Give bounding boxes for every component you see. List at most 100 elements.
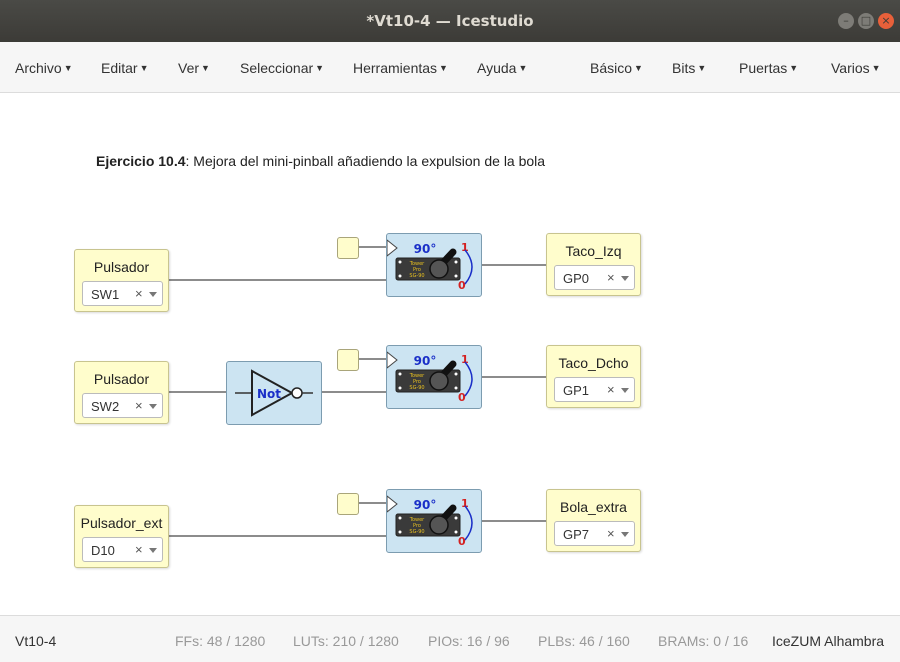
pin-select[interactable]: GP7 × xyxy=(554,521,635,546)
caret-down-icon: ▼ xyxy=(789,63,799,73)
menu-varios[interactable]: Varios ▼ xyxy=(831,60,881,76)
stat-pios: PIOs: 16 / 96 xyxy=(428,633,510,649)
menu-seleccionar[interactable]: Seleccionar ▼ xyxy=(240,60,324,76)
menu-puertas[interactable]: Puertas ▼ xyxy=(739,60,798,76)
input-label: Pulsador_ext xyxy=(80,515,163,531)
clear-icon[interactable]: × xyxy=(135,398,143,413)
input-label: Pulsador xyxy=(93,259,150,275)
maximize-button[interactable]: □ xyxy=(858,13,874,29)
design-canvas[interactable]: Ejercicio 10.4: Mejora del mini-pinball … xyxy=(0,93,900,615)
dropdown-arrow-icon[interactable] xyxy=(149,404,157,409)
window-title: *Vt10-4 — Icestudio xyxy=(366,12,534,30)
caret-down-icon: ▼ xyxy=(871,63,881,73)
not-label: Not xyxy=(257,387,281,401)
clear-icon[interactable]: × xyxy=(607,526,615,541)
servo-icon: 90° 1 0 Tower Pro SG-90 xyxy=(386,494,473,548)
caret-down-icon: ▼ xyxy=(634,63,643,73)
pin-select[interactable]: GP0 × xyxy=(554,265,635,290)
output-block-taco-dcho[interactable]: Taco_Dcho GP1 × xyxy=(546,345,641,408)
dropdown-arrow-icon[interactable] xyxy=(149,292,157,297)
status-bar: Vt10-4 FFs: 48 / 1280 LUTs: 210 / 1280 P… xyxy=(0,615,900,662)
menu-basico-label: Básico xyxy=(590,60,633,76)
output-label: Taco_Dcho xyxy=(558,355,629,371)
constant-block[interactable] xyxy=(337,349,359,371)
servo-low: 0 xyxy=(458,279,466,292)
menu-archivo[interactable]: Archivo ▼ xyxy=(15,60,73,76)
output-label: Taco_Izq xyxy=(565,243,622,259)
menu-herramientas[interactable]: Herramientas ▼ xyxy=(353,60,448,76)
stat-plbs: PLBs: 46 / 160 xyxy=(538,633,630,649)
input-label: Pulsador xyxy=(93,371,150,387)
menu-editar-label: Editar xyxy=(101,60,138,76)
servo-angle: 90° xyxy=(414,498,437,512)
stat-brams: BRAMs: 0 / 16 xyxy=(658,633,749,649)
input-block-sw2[interactable]: Pulsador SW2 × xyxy=(74,361,169,424)
menu-ayuda[interactable]: Ayuda ▼ xyxy=(477,60,527,76)
servo-chip-line3: SG-90 xyxy=(409,385,424,391)
dropdown-arrow-icon[interactable] xyxy=(149,548,157,553)
clear-icon[interactable]: × xyxy=(135,542,143,557)
clear-icon[interactable]: × xyxy=(135,286,143,301)
stat-luts: LUTs: 210 / 1280 xyxy=(293,633,399,649)
dropdown-arrow-icon[interactable] xyxy=(621,276,629,281)
menu-editar[interactable]: Editar ▼ xyxy=(101,60,149,76)
input-block-d10[interactable]: Pulsador_ext D10 × xyxy=(74,505,169,568)
dropdown-arrow-icon[interactable] xyxy=(621,388,629,393)
pin-select[interactable]: D10 × xyxy=(82,537,163,562)
not-gate-icon: Not xyxy=(235,369,313,417)
caret-down-icon: ▼ xyxy=(697,63,707,73)
menu-bits[interactable]: Bits ▼ xyxy=(672,60,706,76)
input-block-sw1[interactable]: Pulsador SW1 × xyxy=(74,249,169,312)
constant-block[interactable] xyxy=(337,493,359,515)
dropdown-arrow-icon[interactable] xyxy=(621,532,629,537)
servo-block[interactable]: 90° 1 0 Tower Pro SG-90 xyxy=(386,233,482,297)
caret-down-icon: ▼ xyxy=(63,63,73,73)
menu-archivo-label: Archivo xyxy=(15,60,62,76)
caret-down-icon: ▼ xyxy=(315,63,325,73)
project-name: Vt10-4 xyxy=(15,633,57,649)
servo-block[interactable]: 90° 1 0 Tower Pro SG-90 xyxy=(386,489,482,553)
menu-ver-label: Ver xyxy=(178,60,200,76)
servo-angle: 90° xyxy=(414,242,437,256)
pin-value: GP0 xyxy=(563,271,590,286)
servo-block[interactable]: 90° 1 0 Tower Pro SG-90 xyxy=(386,345,482,409)
output-block-bola-extra[interactable]: Bola_extra GP7 × xyxy=(546,489,641,552)
menu-bits-label: Bits xyxy=(672,60,696,76)
pin-select[interactable]: GP1 × xyxy=(554,377,635,402)
caret-down-icon: ▼ xyxy=(518,63,528,73)
pin-select[interactable]: SW2 × xyxy=(82,393,163,418)
menu-ver[interactable]: Ver ▼ xyxy=(178,60,210,76)
menu-puertas-label: Puertas xyxy=(739,60,788,76)
menu-ayuda-label: Ayuda xyxy=(477,60,517,76)
comment-body: : Mejora del mini-pinball añadiendo la e… xyxy=(185,153,546,169)
servo-low: 0 xyxy=(458,535,466,548)
servo-icon: 90° 1 0 Tower Pro SG-90 xyxy=(386,350,473,404)
pin-select[interactable]: SW1 × xyxy=(82,281,163,306)
menu-bar: Archivo ▼ Editar ▼ Ver ▼ Seleccionar ▼ Herra… xyxy=(0,42,900,93)
close-button[interactable]: × xyxy=(878,13,894,29)
output-block-taco-izq[interactable]: Taco_Izq GP0 × xyxy=(546,233,641,296)
menu-seleccionar-label: Seleccionar xyxy=(240,60,314,76)
servo-chip-line3: SG-90 xyxy=(409,273,424,279)
servo-low: 0 xyxy=(458,391,466,404)
board-selector[interactable]: IceZUM Alhambra xyxy=(772,633,884,649)
minimize-button[interactable]: – xyxy=(838,13,854,29)
pin-value: GP1 xyxy=(563,383,590,398)
stat-ffs: FFs: 48 / 1280 xyxy=(175,633,266,649)
caret-down-icon: ▼ xyxy=(139,63,149,73)
constant-block[interactable] xyxy=(337,237,359,259)
comment-text[interactable]: Ejercicio 10.4: Mejora del mini-pinball … xyxy=(96,153,545,169)
caret-down-icon: ▼ xyxy=(439,63,448,73)
pin-value: D10 xyxy=(91,543,115,558)
menu-varios-label: Varios xyxy=(831,60,870,76)
not-gate-block[interactable]: Not xyxy=(226,361,322,425)
clear-icon[interactable]: × xyxy=(607,382,615,397)
title-bar: *Vt10-4 — Icestudio – □ × xyxy=(0,0,900,42)
menu-basico[interactable]: Básico ▼ xyxy=(590,60,643,76)
pin-value: SW1 xyxy=(91,287,120,302)
pin-value: SW2 xyxy=(91,399,120,414)
clear-icon[interactable]: × xyxy=(607,270,615,285)
caret-down-icon: ▼ xyxy=(201,63,210,73)
servo-icon: 90° 1 0 Tower Pro SG-90 xyxy=(386,238,473,292)
output-label: Bola_extra xyxy=(560,499,627,515)
